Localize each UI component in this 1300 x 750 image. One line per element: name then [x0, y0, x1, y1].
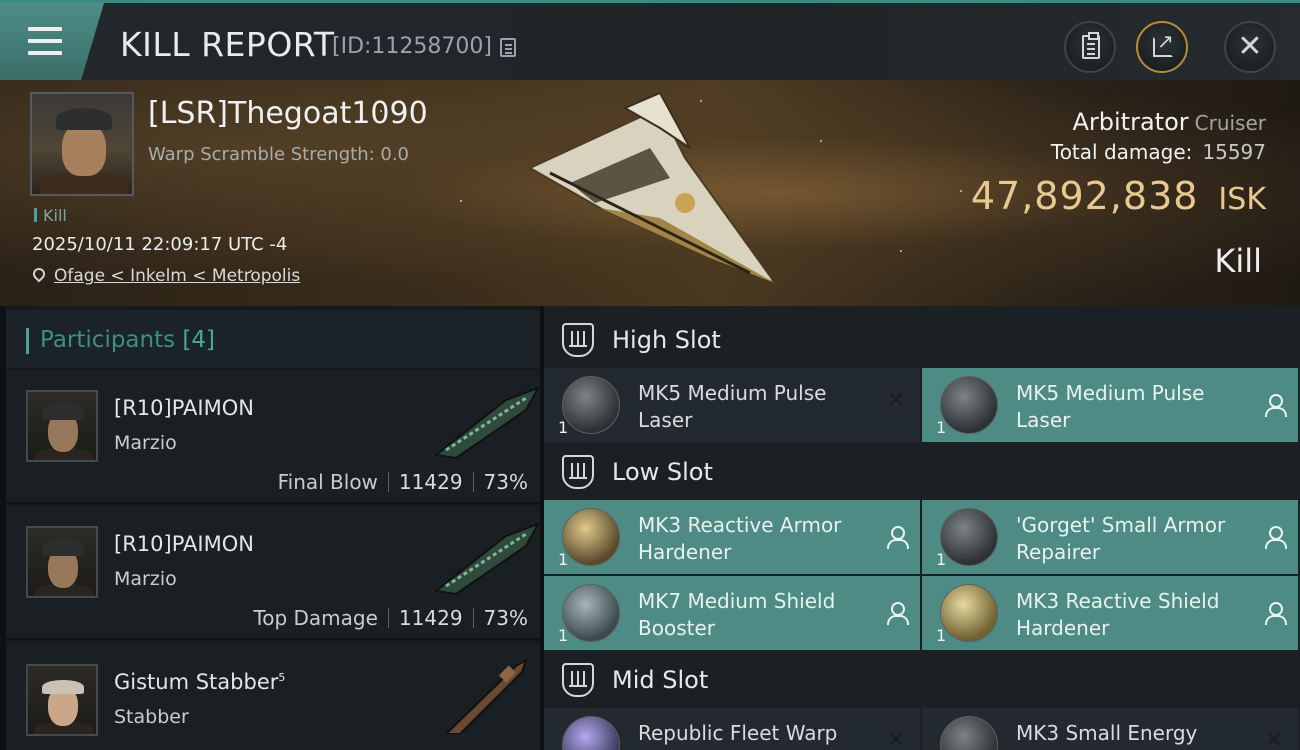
participant-ship-image	[433, 386, 541, 460]
menu-icon	[28, 27, 62, 55]
participant-ship-image	[444, 657, 528, 734]
low-slot-title: Low Slot	[612, 458, 713, 486]
share-button[interactable]	[1136, 21, 1188, 73]
participant-name: Gistum Stabber5	[114, 670, 286, 694]
participants-title: Participants [4]	[40, 327, 216, 353]
dropped-person-icon	[1264, 526, 1287, 549]
isk-value: 47,892,838 ISK	[970, 174, 1266, 218]
warp-scramble-strength: Warp Scramble Strength: 0.0	[148, 144, 410, 165]
slot-icon	[562, 455, 594, 489]
pulse-laser-icon	[940, 376, 998, 434]
participant-card[interactable]: [R10]PAIMON Marzio Top Damage 11429 73%	[6, 506, 541, 640]
participant-ship: Marzio	[114, 568, 177, 590]
module-item[interactable]: 1 MK3 Small Energy ✕	[922, 708, 1298, 750]
module-quantity: 1	[558, 418, 569, 437]
page-title: KILL REPORT	[120, 25, 335, 64]
shield-hardener-icon	[940, 584, 998, 642]
dropped-person-icon	[1264, 394, 1287, 417]
victim-summary: [LSR]Thegoat1090 Warp Scramble Strength:…	[0, 80, 1300, 306]
participant-ship-image	[433, 522, 541, 596]
participant-stats: Final Blow 11429 73%	[277, 470, 528, 494]
result-label: Kill	[1214, 242, 1262, 280]
victim-ship-image	[527, 91, 778, 286]
participant-ship: Stabber	[114, 706, 189, 728]
victim-ship-class: Cruiser	[1194, 111, 1266, 135]
mid-slot-header: Mid Slot	[544, 648, 1300, 712]
kill-location-link[interactable]: Ofage < Inkelm < Metropolis	[54, 266, 300, 286]
module-name: MK5 Medium Pulse Laser	[638, 381, 827, 432]
module-item[interactable]: 1 'Gorget' Small Armor Repairer	[922, 500, 1298, 574]
participant-card[interactable]: Gistum Stabber5 Stabber	[6, 644, 540, 750]
victim-ship-name: Arbitrator Cruiser	[1072, 108, 1266, 136]
module-quantity: 1	[936, 626, 947, 645]
module-quantity: 1	[936, 550, 947, 569]
participants-count: [4]	[182, 327, 216, 353]
dropped-person-icon	[886, 526, 909, 549]
participants-header: Participants [4]	[6, 310, 540, 368]
module-name: MK7 Medium Shield Booster	[638, 589, 836, 640]
victim-pilot-name[interactable]: [LSR]Thegoat1090	[148, 96, 428, 131]
module-name: MK3 Small Energy	[1016, 721, 1198, 745]
fitting-panel: High Slot 1 MK5 Medium Pulse Laser ✕ 1 M…	[544, 306, 1300, 750]
copy-icon[interactable]	[500, 38, 516, 57]
participant-stats: Top Damage 11429 73%	[253, 606, 528, 630]
high-slot-header: High Slot	[544, 308, 1300, 372]
close-icon: ✕	[1237, 29, 1263, 64]
armor-hardener-icon	[562, 508, 620, 566]
participant-card[interactable]: [R10]PAIMON Marzio Final Blow 11429 73%	[6, 370, 541, 504]
location-pin-icon	[30, 265, 48, 283]
shield-booster-icon	[562, 584, 620, 642]
module-quantity: 1	[558, 550, 569, 569]
module-item[interactable]: 1 Republic Fleet Warp ✕	[544, 708, 920, 750]
armor-repairer-icon	[940, 508, 998, 566]
close-button[interactable]: ✕	[1224, 21, 1276, 73]
participants-panel: Participants [4] [R10]PAIMON Marzio Fina…	[6, 306, 541, 750]
participant-ship: Marzio	[114, 432, 177, 454]
kill-datetime: 2025/10/11 22:09:17 UTC -4	[32, 234, 288, 255]
destroyed-icon: ✕	[886, 728, 906, 750]
module-name: 'Gorget' Small Armor Repairer	[1016, 513, 1226, 564]
module-item[interactable]: 1 MK5 Medium Pulse Laser ✕	[544, 368, 920, 442]
module-name: MK3 Reactive Armor Hardener	[638, 513, 842, 564]
participant-name: [R10]PAIMON	[114, 396, 254, 420]
warp-module-icon	[562, 716, 620, 750]
dropped-person-icon	[886, 602, 909, 625]
module-quantity: 1	[936, 418, 947, 437]
module-item[interactable]: 1 MK7 Medium Shield Booster	[544, 576, 920, 650]
victim-avatar[interactable]	[30, 92, 134, 196]
clipboard-icon	[1082, 32, 1100, 59]
module-name: MK3 Reactive Shield Hardener	[1016, 589, 1220, 640]
module-item[interactable]: 1 MK3 Reactive Armor Hardener	[544, 500, 920, 574]
high-slot-title: High Slot	[612, 326, 721, 354]
slot-icon	[562, 663, 594, 697]
share-icon	[1153, 29, 1174, 57]
avatar[interactable]	[26, 664, 98, 736]
mid-slot-title: Mid Slot	[612, 666, 709, 694]
pulse-laser-icon	[562, 376, 620, 434]
avatar[interactable]	[26, 526, 98, 598]
module-item[interactable]: 1 MK5 Medium Pulse Laser	[922, 368, 1298, 442]
total-damage: Total damage: 15597	[1050, 140, 1266, 164]
slot-icon	[562, 323, 594, 357]
clipboard-button[interactable]	[1064, 21, 1116, 73]
title-bar: KILL REPORT [ID:11258700] ✕	[0, 0, 1300, 80]
module-item[interactable]: 1 MK3 Reactive Shield Hardener	[922, 576, 1298, 650]
participant-name: [R10]PAIMON	[114, 532, 254, 556]
menu-button[interactable]	[0, 3, 104, 80]
dropped-person-icon	[1264, 602, 1287, 625]
destroyed-icon: ✕	[1264, 728, 1284, 750]
energy-module-icon	[940, 716, 998, 750]
module-quantity: 1	[558, 626, 569, 645]
destroyed-icon: ✕	[886, 388, 906, 413]
report-id: [ID:11258700]	[332, 34, 492, 59]
low-slot-header: Low Slot	[544, 440, 1300, 504]
kill-tag: Kill	[34, 206, 67, 225]
module-name: Republic Fleet Warp	[638, 721, 838, 745]
module-name: MK5 Medium Pulse Laser	[1016, 381, 1205, 432]
avatar[interactable]	[26, 390, 98, 462]
